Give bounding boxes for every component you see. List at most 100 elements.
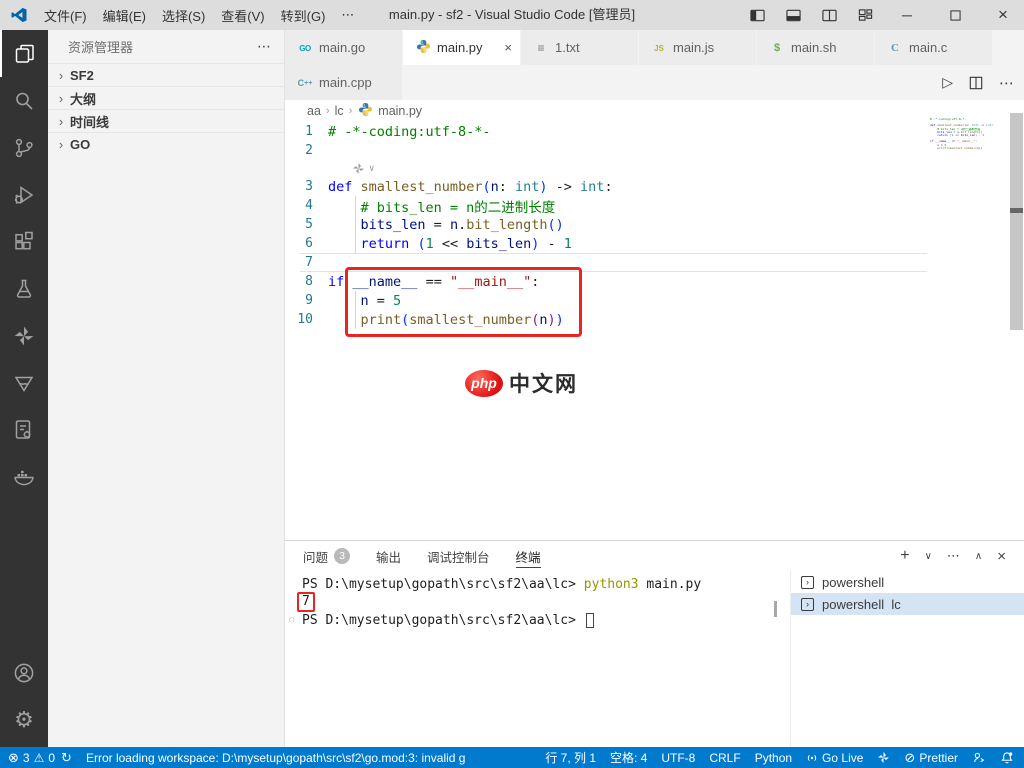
- sidebar-section-sf2[interactable]: › SF2: [48, 63, 284, 86]
- maximize-button[interactable]: [934, 0, 976, 30]
- menu-item-2[interactable]: 选择(S): [154, 3, 213, 28]
- breadcrumb-item[interactable]: lc: [335, 104, 344, 118]
- indentation[interactable]: 空格: 4: [610, 749, 647, 766]
- menu-item-0[interactable]: 文件(F): [36, 3, 95, 28]
- cursor-position[interactable]: 行 7, 列 1: [545, 749, 596, 766]
- code-runner-icon[interactable]: [0, 406, 48, 453]
- maximize-panel-icon[interactable]: ∧: [975, 551, 982, 562]
- search-icon[interactable]: [0, 77, 48, 124]
- go-live-button[interactable]: Go Live: [806, 751, 863, 765]
- panel-tab-label: 调试控制台: [427, 550, 490, 565]
- code-token: :: [975, 140, 977, 144]
- encoding[interactable]: UTF-8: [661, 751, 695, 765]
- docker-icon[interactable]: [0, 453, 48, 500]
- tabnine-icon[interactable]: [0, 312, 48, 359]
- breadcrumb-item[interactable]: aa: [307, 104, 321, 118]
- terminal-scrollbar[interactable]: [774, 601, 777, 617]
- terminal-item-powershell[interactable]: › powershell: [791, 571, 1024, 593]
- problems-status[interactable]: ⊗ 3 ⚠ 0: [8, 750, 55, 766]
- tab-main-c[interactable]: Cmain.c: [875, 30, 993, 65]
- code-token: smallest_number: [948, 146, 976, 150]
- terminal-output[interactable]: PS D:\mysetup\gopath\src\sf2\aa\lc> pyth…: [289, 575, 701, 629]
- panel-tab-debug-console[interactable]: 调试控制台: [427, 541, 490, 571]
- run-debug-icon[interactable]: [0, 171, 48, 218]
- indent-guide: [355, 215, 356, 234]
- panel-tab-output[interactable]: 输出: [376, 541, 401, 571]
- terminal-line: PS D:\mysetup\gopath\src\sf2\aa\lc> pyth…: [302, 575, 701, 593]
- minimap[interactable]: # -*-coding:utf-8-*- def smallest_number(…: [930, 118, 1010, 150]
- tab-main-sh[interactable]: $ main.sh: [757, 30, 875, 65]
- chevron-right-icon: ›: [58, 113, 64, 129]
- toggle-sidebar-icon[interactable]: [742, 0, 772, 30]
- close-tab-icon[interactable]: ×: [504, 40, 512, 55]
- warning-icon: ⚠: [33, 750, 45, 765]
- cmake-icon[interactable]: [0, 359, 48, 406]
- source-control-icon[interactable]: [0, 124, 48, 171]
- eol-sequence[interactable]: CRLF: [709, 751, 740, 765]
- menu-item-5[interactable]: ⋯: [333, 4, 362, 26]
- sidebar-section-outline[interactable]: › 大纲: [48, 86, 284, 109]
- split-editor-action-icon[interactable]: [969, 76, 983, 90]
- customize-layout-icon[interactable]: [850, 0, 880, 30]
- settings-gear-icon[interactable]: ⚙: [0, 696, 48, 743]
- feedback-icon[interactable]: [972, 751, 986, 764]
- prettier-status[interactable]: ⊘ Prettier: [904, 750, 958, 766]
- section-label: 大纲: [70, 91, 97, 107]
- split-editor-icon[interactable]: [814, 0, 844, 30]
- editor-scrollbar[interactable]: [1010, 113, 1023, 330]
- code-token: -: [539, 235, 564, 252]
- tab-main-go[interactable]: GO main.go: [285, 30, 403, 65]
- sidebar-more-icon[interactable]: ⋯: [257, 38, 272, 55]
- toggle-panel-icon[interactable]: [778, 0, 808, 30]
- run-file-icon[interactable]: ▷: [942, 74, 953, 91]
- tabnine-status-icon[interactable]: [877, 751, 890, 764]
- code-token: bit_length: [466, 216, 548, 233]
- php-watermark: php 中文网: [465, 368, 578, 398]
- menu-item-4[interactable]: 转到(G): [273, 3, 334, 28]
- sync-icon[interactable]: ↻: [61, 750, 72, 766]
- new-terminal-icon[interactable]: +: [900, 547, 909, 565]
- workspace-error-message[interactable]: Error loading workspace: D:\mysetup\gopa…: [86, 751, 466, 765]
- code-token: n: [449, 216, 459, 233]
- extensions-icon[interactable]: [0, 218, 48, 265]
- code-token: (: [482, 178, 491, 195]
- sidebar-section-timeline[interactable]: › 时间线: [48, 109, 284, 132]
- panel-more-icon[interactable]: ⋯: [947, 548, 960, 564]
- code-token: ): [539, 178, 548, 195]
- code-token: 1: [563, 235, 572, 252]
- explorer-sidebar: 资源管理器 ⋯ › SF2 › 大纲 › 时间线 › GO: [48, 30, 285, 747]
- code-editor[interactable]: 1 # -*-coding:utf-8-*- 2 ∨ 3 def smallest_num…: [285, 113, 1024, 540]
- close-window-button[interactable]: ×: [982, 0, 1024, 30]
- tab-label: main.sh: [791, 40, 837, 55]
- sidebar-section-go[interactable]: › GO: [48, 132, 284, 155]
- tab-main-js[interactable]: JS main.js: [639, 30, 757, 65]
- explorer-icon[interactable]: [0, 30, 48, 77]
- terminal-item-powershell-lc[interactable]: › powershell lc: [791, 593, 1024, 615]
- terminal-dropdown-icon[interactable]: ∨: [925, 551, 932, 562]
- menu-item-3[interactable]: 查看(V): [213, 3, 272, 28]
- code-token: def: [328, 178, 353, 195]
- panel-tab-terminal[interactable]: 终端: [515, 541, 541, 571]
- codelens-row: ∨: [285, 160, 1024, 177]
- menu-item-1[interactable]: 编辑(E): [95, 3, 154, 28]
- notifications-bell-icon[interactable]: [1000, 751, 1014, 765]
- tabnine-codelens[interactable]: ∨: [352, 162, 374, 175]
- editor-more-icon[interactable]: ⋯: [999, 74, 1014, 92]
- panel-tab-problems[interactable]: 问题 3: [303, 541, 351, 571]
- tab-1-txt[interactable]: ≡ 1.txt: [521, 30, 639, 65]
- tab-main-py[interactable]: main.py ×: [403, 30, 521, 65]
- close-panel-icon[interactable]: ×: [997, 548, 1006, 565]
- php-logo-badge: php: [465, 369, 503, 397]
- code-token: return: [937, 133, 949, 137]
- terminal-line: ○ PS D:\mysetup\gopath\src\sf2\aa\lc>: [289, 611, 701, 629]
- minimize-button[interactable]: ─: [886, 0, 928, 30]
- testing-icon[interactable]: [0, 265, 48, 312]
- tab-main-cpp[interactable]: C ++ main.cpp: [285, 65, 403, 100]
- code-token: ->: [547, 178, 581, 195]
- account-icon[interactable]: [0, 649, 48, 696]
- breadcrumb[interactable]: aa › lc › main.py: [285, 100, 1024, 122]
- code-token: n: [490, 178, 499, 195]
- language-mode[interactable]: Python: [755, 751, 792, 765]
- breadcrumb-file[interactable]: main.py: [378, 104, 422, 118]
- code-token: 1: [425, 235, 434, 252]
